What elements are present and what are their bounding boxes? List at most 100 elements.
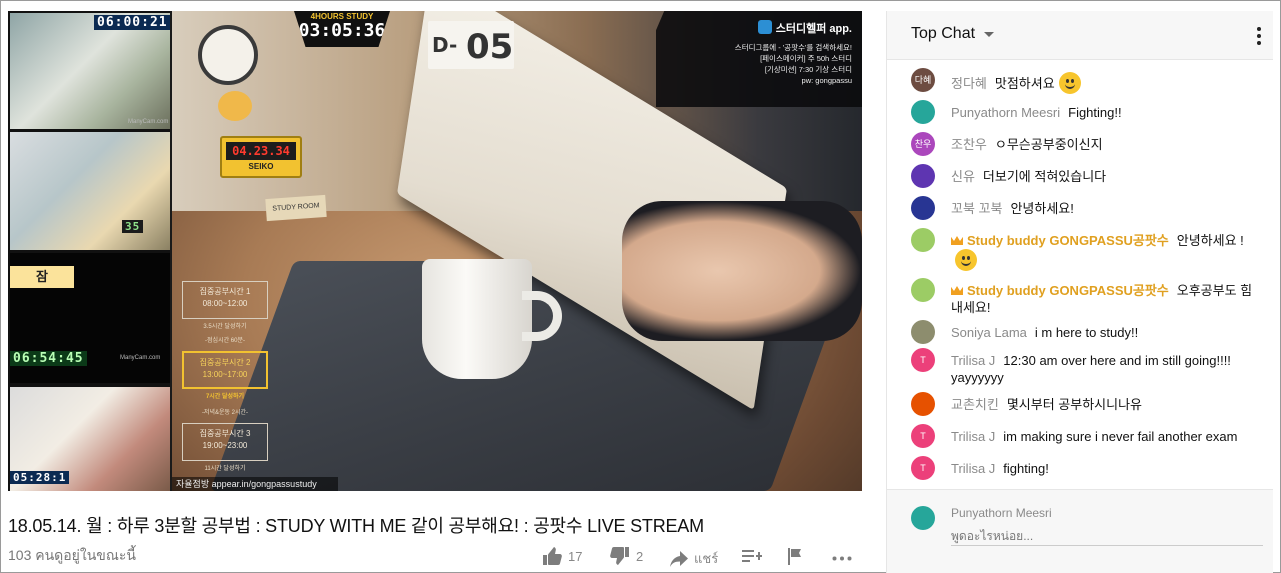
schedule-block-2: 집중공부시간 2 13:00~17:00 [182,351,268,389]
like-count: 17 [568,548,583,564]
chat-author[interactable]: Study buddy GONGPASSU공팟수 [967,233,1169,248]
chat-author[interactable]: Trilisa J [951,353,995,368]
desk-clock-time: 04.23.34 [226,142,296,160]
app-name: 스터디헬퍼 app. [775,23,852,35]
chat-menu-button[interactable] [1257,27,1261,45]
user-avatar[interactable]: T [911,456,935,480]
kebab-dot [1257,34,1261,38]
chat-text: Fighting!! [1068,105,1122,120]
current-user-name: Punyathorn Meesri [951,506,1052,520]
webcam-3: 잠 06:54:45 ManyCam.com [10,253,170,383]
user-avatar[interactable] [911,320,935,344]
character-figure [218,91,252,121]
kebab-dot [1257,27,1261,31]
user-avatar[interactable] [911,278,935,302]
chat-message-body: Trilisa J 12:30 am over here and im still… [951,352,1261,386]
break-note: -점심시간 60분- [205,338,245,344]
user-avatar[interactable]: T [911,424,935,448]
webcam-4: 05:28:1 [10,387,170,491]
moneycam-watermark: ManyCam.com [120,355,161,361]
study-app-info-panel: 스터디헬퍼 app. 스터디그룹에 - '공팟수'를 검색하세요! [페이스메이… [656,11,862,107]
chat-text: 더보기에 적혀있습니다 [982,169,1107,184]
coffee-mug [422,259,532,379]
schedule-title: 집중공부시간 3 [199,429,251,438]
chat-author[interactable]: Punyathorn Meesri [951,105,1060,120]
smiley-emoji-icon [1058,72,1081,94]
chat-message-input[interactable] [951,526,1263,546]
webcam-1-timer: 06:00:21 [94,15,170,30]
chat-mode-label: Top Chat [911,25,976,42]
study-timer: 4HOURS STUDY 03:05:36 [294,11,390,47]
chat-message-body: Trilisa J fighting! [951,460,1261,477]
flag-icon [788,548,801,565]
add-to-playlist-button[interactable] [742,548,762,564]
chat-author[interactable]: 교촌치킨 [951,397,999,412]
moneycam-watermark: ManyCam.com [128,119,169,125]
chat-author[interactable]: 정다혜 [951,76,987,91]
writing-hand [622,201,862,341]
dislike-button[interactable]: 2 [610,547,643,565]
chat-header: Top Chat [887,11,1273,60]
share-button[interactable]: แชร์ [670,548,718,569]
more-horizontal-icon [832,556,852,561]
chat-text: 몇시부터 공부하시니나유 [1006,397,1143,412]
study-desk-scene: 04.23.34 SEIKO STUDY ROOM 4HOURS STUDY 0… [172,11,862,491]
share-icon [670,550,688,567]
user-avatar[interactable]: T [911,348,935,372]
chat-author[interactable]: 조찬우 [951,137,987,152]
report-button[interactable] [788,548,802,565]
user-avatar[interactable]: 찬우 [911,132,935,156]
chat-author[interactable]: 꼬북 꼬북 [951,201,1002,216]
schedule-block-1: 집중공부시간 1 08:00~12:00 [182,281,268,319]
user-avatar[interactable] [911,228,935,252]
sleep-label: 잠 [10,266,74,288]
schedule-title: 집중공부시간 2 [199,358,251,367]
chat-mode-dropdown[interactable]: Top Chat [911,25,995,43]
webcam-2-timer: 35 [122,220,144,233]
chat-author[interactable]: Trilisa J [951,429,995,444]
chat-author[interactable]: Study buddy GONGPASSU공팟수 [967,283,1169,298]
break-note: -저녁&운동 2시간- [201,410,249,416]
user-avatar[interactable] [911,392,935,416]
study-timer-value: 03:05:36 [298,20,386,41]
user-avatar[interactable] [911,164,935,188]
current-user-avatar [911,506,935,530]
chat-text: fighting! [1003,461,1049,476]
chat-author[interactable]: Soniya Lama [951,325,1027,340]
webcam-3-timer: 06:54:45 [10,351,87,366]
chat-message-body: Study buddy GONGPASSU공팟수 오후공부도 힘내세요! [951,282,1261,316]
viewer-count: 103 คนดูอยู่ในขณะนี้ [8,547,136,563]
chat-message-body: 정다혜 맛점하셔요 [951,72,1261,94]
more-actions-button[interactable] [832,556,852,561]
like-button[interactable]: 17 [542,547,582,565]
alarm-clock [198,25,258,85]
thumbs-down-icon [610,547,629,565]
user-avatar[interactable] [911,196,935,220]
webcam-1: 06:00:21 ManyCam.com [10,13,170,129]
chat-text: i m here to study!! [1034,325,1139,340]
chat-author[interactable]: 신유 [951,169,975,184]
share-label: แชร์ [694,551,719,566]
info-line: 스터디그룹에 - '공팟수'를 검색하세요! [734,43,852,52]
desk-clock-brand: SEIKO [248,162,274,171]
calendar-right: 05 [466,27,514,67]
schedule-note: 3.5시간 달성하기 [203,324,247,330]
schedule-note: 7시간 달성하기 [205,394,245,400]
thumbs-up-icon [543,547,562,565]
chat-text: 안녕하세요! [1010,201,1074,216]
info-line: pw: gongpassu [801,76,852,85]
schedule-note: 11시간 달성하기 [204,466,246,472]
chat-message-body: Study buddy GONGPASSU공팟수 안녕하세요 ! [951,232,1261,271]
info-line: [페이스메이커] 주 50h 스터디 [760,54,852,63]
caret-down-icon [984,32,995,37]
video-credit: 자율점방 appear.in/gongpassustudy [172,477,338,491]
video-player[interactable]: 06:00:21 ManyCam.com 35 잠 06:54:45 ManyC… [8,11,862,491]
chat-message-body: Punyathorn Meesri Fighting!! [951,104,1261,121]
desk-clock: 04.23.34 SEIKO [220,136,302,178]
live-chat-panel: Top Chat 다혜 정다혜 맛점하셔요 Punyathorn Meesri Figh… [886,11,1273,573]
calendar-left: D- [432,33,458,57]
user-avatar[interactable] [911,100,935,124]
chat-author[interactable]: Trilisa J [951,461,995,476]
chat-text: im making sure i never fail another exam [1003,429,1238,444]
user-avatar[interactable]: 다혜 [911,68,935,92]
